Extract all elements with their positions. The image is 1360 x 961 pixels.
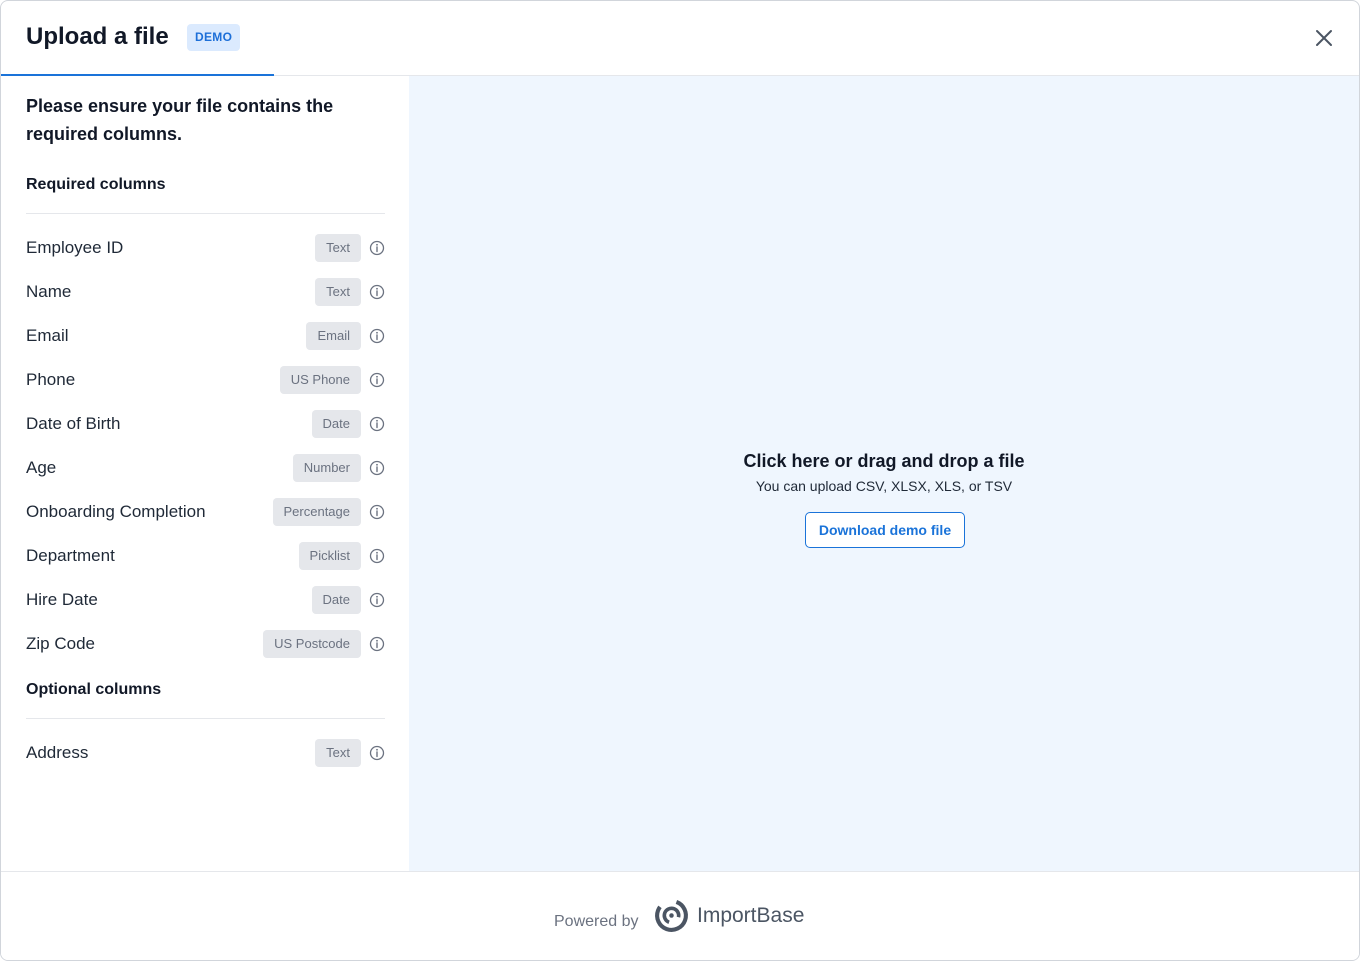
info-icon[interactable] (369, 328, 385, 344)
modal-footer: Powered by ImportBase (1, 871, 1359, 960)
column-name: Phone (26, 370, 76, 389)
column-row: Date of Birth Date (26, 410, 385, 438)
close-button[interactable] (1310, 24, 1338, 52)
powered-by-label: Powered by (554, 913, 639, 930)
modal-header: Upload a file DEMO (1, 1, 1359, 76)
column-type-chip: Email (306, 322, 361, 350)
column-row: Zip Code US Postcode (26, 630, 385, 658)
column-name: Onboarding Completion (26, 502, 206, 521)
column-row: Phone US Phone (26, 366, 385, 394)
column-type-chip: Date (311, 586, 361, 614)
info-icon[interactable] (369, 745, 385, 761)
divider (26, 718, 385, 719)
column-row: Onboarding Completion Percentage (26, 498, 385, 526)
column-type-chip: Number (292, 454, 361, 482)
column-type-chip: Date (311, 410, 361, 438)
column-row: Age Number (26, 454, 385, 482)
column-name: Address (26, 743, 89, 762)
column-name: Department (26, 546, 115, 565)
optional-columns-heading: Optional columns (26, 681, 162, 698)
info-icon[interactable] (369, 504, 385, 520)
info-icon[interactable] (369, 284, 385, 300)
column-type-chip: Percentage (272, 498, 361, 526)
modal-title: Upload a file (26, 23, 169, 50)
column-type-chip: US Postcode (263, 630, 361, 658)
column-row: Employee ID Text (26, 234, 385, 262)
column-type-chip: US Phone (279, 366, 361, 394)
column-row: Department Picklist (26, 542, 385, 570)
dropzone-title: Click here or drag and drop a file (743, 451, 1025, 471)
demo-badge: DEMO (187, 24, 241, 51)
column-name: Zip Code (26, 634, 95, 653)
column-name: Employee ID (26, 238, 124, 257)
download-demo-file-button[interactable]: Download demo file (805, 512, 965, 548)
column-row: Address Text (26, 739, 385, 767)
column-name: Age (26, 458, 57, 477)
info-icon[interactable] (369, 416, 385, 432)
column-name: Name (26, 282, 72, 301)
column-name: Hire Date (26, 590, 98, 609)
close-icon (1316, 30, 1332, 46)
upload-modal: Upload a file DEMO Please ensure your fi… (0, 0, 1360, 961)
info-icon[interactable] (369, 460, 385, 476)
info-icon[interactable] (369, 372, 385, 388)
column-type-chip: Text (315, 234, 361, 262)
file-dropzone[interactable]: Click here or drag and drop a file You c… (409, 76, 1359, 871)
info-icon[interactable] (369, 240, 385, 256)
brand-name: ImportBase (697, 904, 805, 927)
column-type-chip: Text (315, 278, 361, 306)
column-row: Email Email (26, 322, 385, 350)
column-type-chip: Picklist (298, 542, 361, 570)
column-name: Email (26, 326, 69, 345)
importbase-logo-icon (655, 899, 688, 932)
column-name: Date of Birth (26, 414, 121, 433)
info-icon[interactable] (369, 592, 385, 608)
dropzone-subtitle: You can upload CSV, XLSX, XLS, or TSV (755, 478, 1013, 494)
column-type-chip: Text (315, 739, 361, 767)
required-columns-heading: Required columns (26, 176, 166, 193)
divider (26, 213, 385, 214)
columns-panel: Please ensure your file contains the req… (1, 76, 409, 871)
info-icon[interactable] (369, 548, 385, 564)
columns-intro: Please ensure your file contains the req… (26, 96, 334, 144)
info-icon[interactable] (369, 636, 385, 652)
column-row: Hire Date Date (26, 586, 385, 614)
column-row: Name Text (26, 278, 385, 306)
